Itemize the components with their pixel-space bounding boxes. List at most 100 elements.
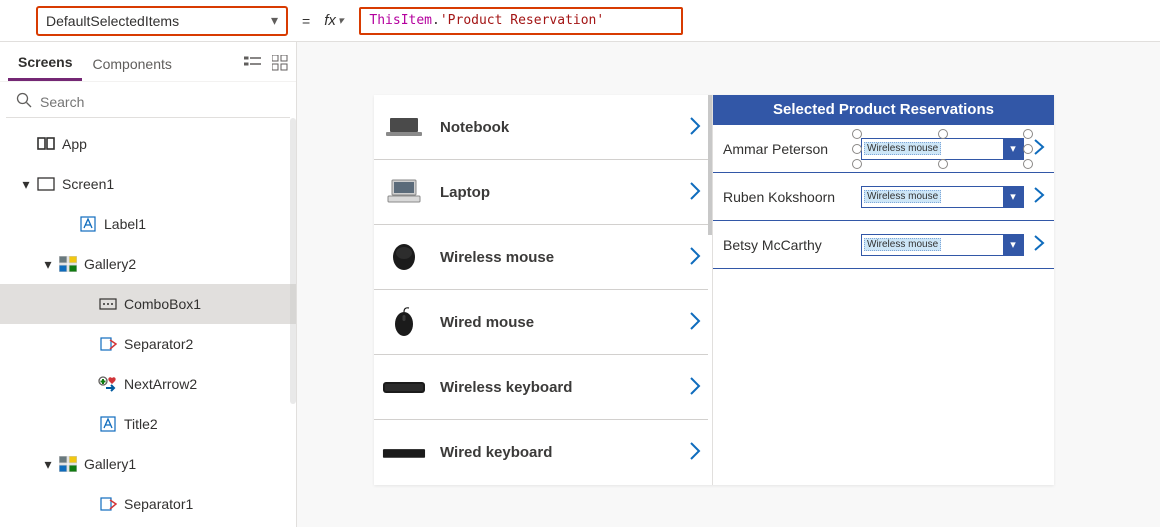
reservation-name: Ammar Peterson xyxy=(723,141,853,157)
panel-tabs: Screens Components xyxy=(0,42,296,82)
product-thumb-laptop xyxy=(382,175,426,209)
gallery-icon xyxy=(58,456,78,472)
combobox1-selected[interactable]: Wireless mouse ▾ xyxy=(861,138,1024,160)
product-thumb-wirelessmouse xyxy=(382,240,426,274)
gallery1-products[interactable]: Notebook Laptop Wireless mouse Wired mou… xyxy=(374,95,708,485)
chevron-down-icon[interactable]: ▾ xyxy=(1003,187,1023,207)
screen-icon xyxy=(36,177,56,191)
search-input[interactable] xyxy=(40,94,280,110)
tree-label: Gallery1 xyxy=(84,456,136,472)
formula-token-thisitem: ThisItem xyxy=(369,13,432,28)
chevron-down-icon: ▾ xyxy=(271,12,278,29)
equals-sign: = xyxy=(298,13,314,29)
tree-label: NextArrow2 xyxy=(124,376,197,392)
chevron-right-icon[interactable] xyxy=(688,116,704,139)
combobox-selection: Wireless mouse xyxy=(864,142,941,155)
formula-bar: DefaultSelectedItems ▾ = fx ▾ ThisItem.'… xyxy=(0,0,1160,42)
reservation-name: Betsy McCarthy xyxy=(723,237,853,253)
caret-down-icon[interactable]: ▾ xyxy=(18,176,34,193)
chevron-right-icon[interactable] xyxy=(688,311,704,334)
product-row[interactable]: Notebook xyxy=(374,95,708,160)
caret-down-icon[interactable]: ▾ xyxy=(40,456,56,473)
reservation-row[interactable]: Ruben Kokshoorn Wireless mouse ▾ xyxy=(713,173,1054,221)
tree-label: Label1 xyxy=(104,216,146,232)
tree-node-screen1[interactable]: ▾ Screen1 xyxy=(0,164,296,204)
chevron-right-icon[interactable] xyxy=(688,181,704,204)
chevron-right-icon[interactable] xyxy=(1032,234,1050,255)
tree-node-separator2[interactable]: Separator2 xyxy=(0,324,296,364)
separator-icon xyxy=(98,336,118,352)
tab-components[interactable]: Components xyxy=(82,50,181,80)
tree-node-gallery1[interactable]: ▾ Gallery1 xyxy=(0,444,296,484)
tree-view-icon[interactable] xyxy=(244,55,262,74)
tree-panel: Screens Components App xyxy=(0,42,297,527)
tree-scrollbar[interactable] xyxy=(290,118,296,404)
reservations-header: Selected Product Reservations xyxy=(713,95,1054,125)
tree-label: Gallery2 xyxy=(84,256,136,272)
chevron-right-icon[interactable] xyxy=(688,246,704,269)
tree-node-nextarrow2[interactable]: NextArrow2 xyxy=(0,364,296,404)
search-row xyxy=(6,86,290,118)
product-thumb-wiredkeyboard xyxy=(382,436,426,470)
label-icon xyxy=(78,216,98,232)
formula-token-string: 'Product Reservation' xyxy=(440,13,604,28)
combobox[interactable]: Wireless mouse ▾ xyxy=(861,234,1024,256)
product-name: Laptop xyxy=(440,184,674,201)
label-icon xyxy=(98,416,118,432)
product-row[interactable]: Wired keyboard xyxy=(374,420,708,485)
chevron-down-icon[interactable]: ▾ xyxy=(1003,235,1023,255)
reservation-row[interactable]: Betsy McCarthy Wireless mouse ▾ xyxy=(713,221,1054,269)
tree-node-combobox1[interactable]: ComboBox1 xyxy=(0,284,296,324)
tree-node-app[interactable]: App xyxy=(0,124,296,164)
chevron-down-icon[interactable]: ▾ xyxy=(1003,139,1023,159)
reservation-name: Ruben Kokshoorn xyxy=(723,189,853,205)
product-name: Wireless mouse xyxy=(440,249,674,266)
product-row[interactable]: Wireless mouse xyxy=(374,225,708,290)
chevron-right-icon[interactable] xyxy=(1032,186,1050,207)
caret-down-icon[interactable]: ▾ xyxy=(40,256,56,273)
chevron-right-icon[interactable] xyxy=(688,441,704,464)
product-thumb-wirelesskeyboard xyxy=(382,370,426,404)
product-name: Notebook xyxy=(440,119,674,136)
tree-label: Separator1 xyxy=(124,496,193,512)
gallery-icon xyxy=(58,256,78,272)
product-name: Wired mouse xyxy=(440,314,674,331)
tab-screens[interactable]: Screens xyxy=(8,48,82,81)
tree-label: ComboBox1 xyxy=(124,296,201,312)
chevron-right-icon[interactable] xyxy=(688,376,704,399)
tree-label: App xyxy=(62,136,87,152)
main-area: Screens Components App xyxy=(0,42,1160,527)
combobox[interactable]: Wireless mouse ▾ xyxy=(861,186,1024,208)
nextarrow-icon xyxy=(98,376,118,392)
canvas-area[interactable]: Notebook Laptop Wireless mouse Wired mou… xyxy=(297,42,1160,527)
search-icon xyxy=(16,92,32,111)
product-row[interactable]: Wireless keyboard xyxy=(374,355,708,420)
fx-dropdown[interactable]: fx ▾ xyxy=(324,12,343,29)
grid-view-icon[interactable] xyxy=(272,55,288,74)
gallery2-reservations[interactable]: Selected Product Reservations Ammar Pete… xyxy=(712,95,1054,485)
tree-node-title2[interactable]: Title2 xyxy=(0,404,296,444)
product-thumb-wiredmouse xyxy=(382,305,426,339)
tree-label: Separator2 xyxy=(124,336,193,352)
app-canvas[interactable]: Notebook Laptop Wireless mouse Wired mou… xyxy=(374,95,1054,485)
combobox-icon xyxy=(98,298,118,310)
product-row[interactable]: Wired mouse xyxy=(374,290,708,355)
tree-node-gallery2[interactable]: ▾ Gallery2 xyxy=(0,244,296,284)
tree-view[interactable]: App ▾ Screen1 Label1 ▾ Gallery2 ComboBox… xyxy=(0,118,296,527)
property-name: DefaultSelectedItems xyxy=(46,13,179,29)
product-thumb-notebook xyxy=(382,110,426,144)
tree-node-label1[interactable]: Label1 xyxy=(0,204,296,244)
tree-node-separator1[interactable]: Separator1 xyxy=(0,484,296,524)
chevron-down-icon: ▾ xyxy=(338,14,344,27)
property-dropdown[interactable]: DefaultSelectedItems ▾ xyxy=(36,6,288,36)
formula-token-dot: . xyxy=(432,13,440,28)
tree-label: Screen1 xyxy=(62,176,114,192)
product-name: Wired keyboard xyxy=(440,444,674,461)
tree-label: Title2 xyxy=(124,416,158,432)
reservation-row[interactable]: Ammar Peterson Wireless mouse ▾ xyxy=(713,125,1054,173)
product-row[interactable]: Laptop xyxy=(374,160,708,225)
combobox-selection: Wireless mouse xyxy=(864,190,941,203)
chevron-right-icon[interactable] xyxy=(1032,138,1050,159)
product-name: Wireless keyboard xyxy=(440,379,674,396)
formula-input[interactable]: ThisItem.'Product Reservation' xyxy=(359,7,683,35)
